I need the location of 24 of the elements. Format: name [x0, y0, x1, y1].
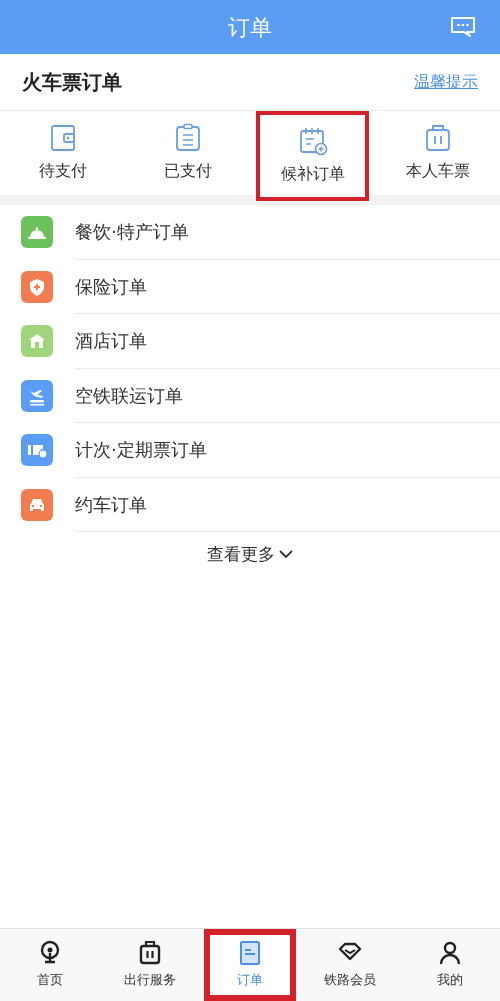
view-more-button[interactable]: 查看更多 [207, 542, 293, 568]
order-icon [237, 940, 263, 967]
nav-tab[interactable]: 订单 [204, 929, 296, 1001]
chevron-down-icon [279, 550, 293, 560]
order-list-item[interactable]: 保险订单 [0, 259, 500, 314]
suitcase-icon [137, 940, 163, 967]
calendar-icon [297, 126, 328, 156]
order-list-item[interactable]: 空铁联运订单 [0, 368, 500, 423]
message-icon[interactable] [450, 16, 476, 38]
order-list-item[interactable]: 餐饮·特产订单 [0, 205, 500, 260]
order-list-item[interactable]: 计次·定期票订单 [0, 423, 500, 478]
quick-action-button[interactable]: 已支付 [125, 111, 250, 195]
nav-tab[interactable]: 出行服务 [100, 929, 200, 1001]
nav-tab[interactable]: 铁路会员 [300, 929, 400, 1001]
quick-action-button[interactable]: 候补订单 [256, 111, 369, 201]
person-icon [437, 940, 463, 967]
order-list-item[interactable]: 约车订单 [0, 477, 500, 532]
nav-tab[interactable]: 我的 [400, 929, 500, 1001]
order-list-item[interactable]: 酒店订单 [0, 314, 500, 369]
quick-action-button[interactable]: 本人车票 [375, 111, 500, 195]
page-title: 订单 [228, 13, 272, 42]
nav-tab[interactable]: 首页 [0, 929, 100, 1001]
section-title: 火车票订单 [22, 69, 122, 96]
quick-action-button[interactable]: 待支付 [0, 111, 125, 195]
